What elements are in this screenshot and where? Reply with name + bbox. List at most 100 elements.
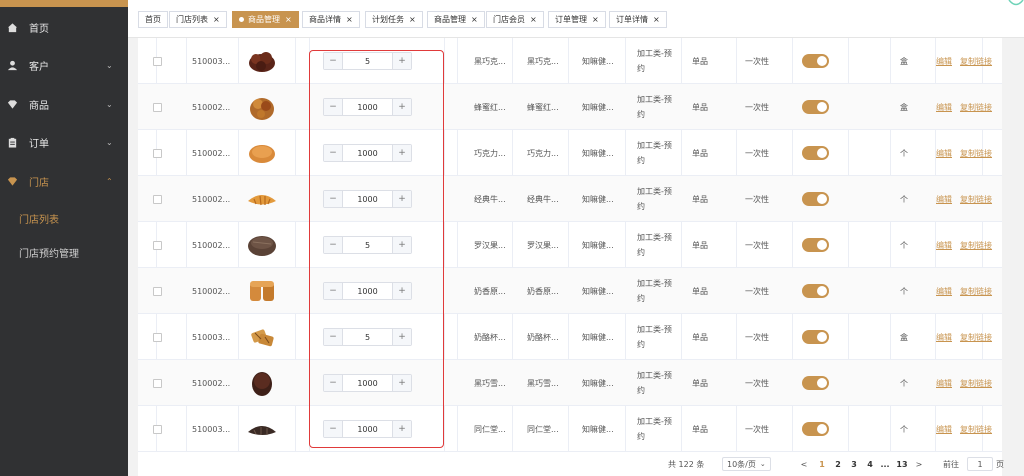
increment-button[interactable]: + <box>392 99 411 115</box>
tab-store-list[interactable]: 门店列表 × <box>169 11 227 28</box>
row-checkbox[interactable] <box>153 102 162 112</box>
quantity-input[interactable]: 1000 <box>343 145 392 161</box>
page-size-select[interactable]: 10条/页 ⌄ <box>722 457 771 471</box>
row-checkbox[interactable] <box>153 424 162 434</box>
close-icon[interactable]: × <box>471 15 478 24</box>
edit-link[interactable]: 编辑 <box>936 194 952 205</box>
page-ellipsis[interactable]: ... <box>878 457 892 471</box>
tab-order-detail[interactable]: 订单详情 × <box>609 11 667 28</box>
quantity-input[interactable]: 1000 <box>343 283 392 299</box>
quantity-input[interactable]: 1000 <box>343 191 392 207</box>
sidebar-item-home[interactable]: 首页 <box>0 8 128 46</box>
quantity-stepper[interactable]: −1000 + <box>323 98 412 116</box>
increment-button[interactable]: + <box>392 375 411 391</box>
increment-button[interactable]: + <box>392 237 411 253</box>
increment-button[interactable]: + <box>392 421 411 437</box>
sidebar-item-orders[interactable]: 订单 ⌄ <box>0 123 128 161</box>
close-icon[interactable]: × <box>530 15 537 24</box>
row-checkbox[interactable] <box>153 56 162 66</box>
tab-store-members[interactable]: 门店会员 × <box>486 11 544 28</box>
copy-link[interactable]: 复制链接 <box>960 56 992 67</box>
edit-link[interactable]: 编辑 <box>936 424 952 435</box>
page-3[interactable]: 3 <box>849 457 859 471</box>
close-icon[interactable]: × <box>653 15 660 24</box>
increment-button[interactable]: + <box>392 145 411 161</box>
status-toggle[interactable] <box>802 192 829 206</box>
increment-button[interactable]: + <box>392 53 411 69</box>
edit-link[interactable]: 编辑 <box>936 286 952 297</box>
row-checkbox[interactable] <box>153 332 162 342</box>
tab-product-detail[interactable]: 商品详情 × <box>302 11 360 28</box>
edit-link[interactable]: 编辑 <box>936 56 952 67</box>
page-1[interactable]: 1 <box>817 457 827 471</box>
copy-link[interactable]: 复制链接 <box>960 424 992 435</box>
status-toggle[interactable] <box>802 238 829 252</box>
quantity-input[interactable]: 5 <box>343 53 392 69</box>
page-4[interactable]: 4 <box>865 457 875 471</box>
page-13[interactable]: 13 <box>895 457 909 471</box>
row-checkbox[interactable] <box>153 148 162 158</box>
decrement-button[interactable]: − <box>324 329 343 345</box>
quantity-stepper[interactable]: −1000 + <box>323 420 412 438</box>
status-toggle[interactable] <box>802 54 829 68</box>
row-checkbox[interactable] <box>153 378 162 388</box>
close-icon[interactable]: × <box>592 15 599 24</box>
page-2[interactable]: 2 <box>833 457 843 471</box>
decrement-button[interactable]: − <box>324 145 343 161</box>
close-icon[interactable]: × <box>346 15 353 24</box>
tab-order-management[interactable]: 订单管理 × <box>548 11 606 28</box>
copy-link[interactable]: 复制链接 <box>960 332 992 343</box>
quantity-stepper[interactable]: −1000 + <box>323 190 412 208</box>
sidebar-item-customers[interactable]: 客户 ⌄ <box>0 46 128 84</box>
edit-link[interactable]: 编辑 <box>936 102 952 113</box>
close-icon[interactable]: × <box>213 15 220 24</box>
increment-button[interactable]: + <box>392 283 411 299</box>
decrement-button[interactable]: − <box>324 421 343 437</box>
quantity-stepper[interactable]: −5 + <box>323 52 412 70</box>
copy-link[interactable]: 复制链接 <box>960 240 992 251</box>
decrement-button[interactable]: − <box>324 53 343 69</box>
quantity-input[interactable]: 1000 <box>343 375 392 391</box>
tab-scheduled-tasks[interactable]: 计划任务 × <box>365 11 423 28</box>
copy-link[interactable]: 复制链接 <box>960 378 992 389</box>
copy-link[interactable]: 复制链接 <box>960 102 992 113</box>
copy-link[interactable]: 复制链接 <box>960 148 992 159</box>
decrement-button[interactable]: − <box>324 283 343 299</box>
row-checkbox[interactable] <box>153 240 162 250</box>
status-toggle[interactable] <box>802 330 829 344</box>
decrement-button[interactable]: − <box>324 191 343 207</box>
quantity-stepper[interactable]: −5 + <box>323 236 412 254</box>
quantity-stepper[interactable]: −1000 + <box>323 144 412 162</box>
copy-link[interactable]: 复制链接 <box>960 286 992 297</box>
tab-product-management[interactable]: 商品管理 × <box>427 11 485 28</box>
row-checkbox[interactable] <box>153 194 162 204</box>
tab-home[interactable]: 首页 <box>138 11 168 28</box>
next-page-button[interactable]: > <box>914 457 924 471</box>
status-toggle[interactable] <box>802 100 829 114</box>
quantity-stepper[interactable]: −5 + <box>323 328 412 346</box>
edit-link[interactable]: 编辑 <box>936 378 952 389</box>
quantity-input[interactable]: 5 <box>343 329 392 345</box>
status-toggle[interactable] <box>802 422 829 436</box>
edit-link[interactable]: 编辑 <box>936 148 952 159</box>
quantity-stepper[interactable]: −1000 + <box>323 282 412 300</box>
decrement-button[interactable]: − <box>324 375 343 391</box>
sidebar-subitem-store-reservations[interactable]: 门店预约管理 <box>0 234 128 270</box>
status-toggle[interactable] <box>802 376 829 390</box>
quantity-input[interactable]: 1000 <box>343 99 392 115</box>
prev-page-button[interactable]: < <box>799 457 809 471</box>
goto-page-input[interactable]: 1 <box>967 457 993 471</box>
quantity-input[interactable]: 1000 <box>343 421 392 437</box>
increment-button[interactable]: + <box>392 329 411 345</box>
close-icon[interactable]: × <box>409 15 416 24</box>
edit-link[interactable]: 编辑 <box>936 240 952 251</box>
quantity-input[interactable]: 5 <box>343 237 392 253</box>
sidebar-subitem-store-list[interactable]: 门店列表 <box>0 200 128 236</box>
copy-link[interactable]: 复制链接 <box>960 194 992 205</box>
decrement-button[interactable]: − <box>324 99 343 115</box>
sidebar-item-products[interactable]: 商品 ⌄ <box>0 85 128 123</box>
edit-link[interactable]: 编辑 <box>936 332 952 343</box>
tab-product-management-active[interactable]: 商品管理 × <box>232 11 299 28</box>
close-icon[interactable]: × <box>285 15 292 24</box>
status-toggle[interactable] <box>802 284 829 298</box>
